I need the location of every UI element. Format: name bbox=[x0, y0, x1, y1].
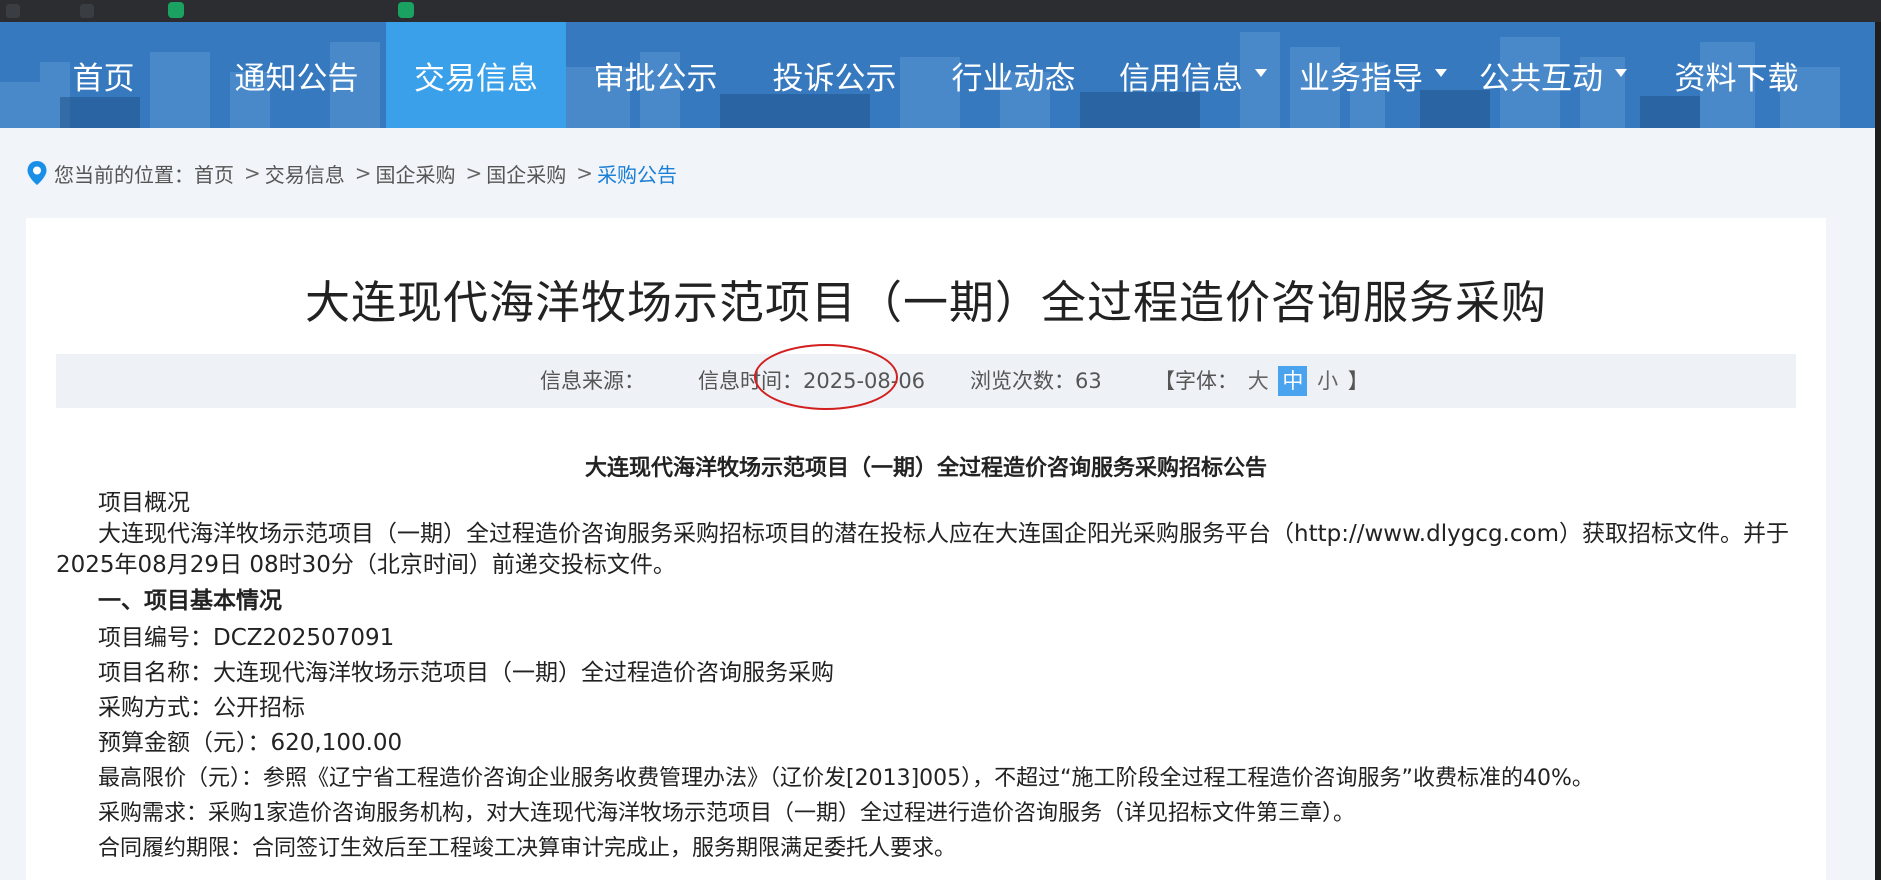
breadcrumb-items: 首页 > 交易信息 > 国企采购 > 国企采购 > 采购公告 bbox=[194, 159, 677, 188]
overview-paragraph: 大连现代海洋牧场示范项目（一期）全过程造价咨询服务采购招标项目的潜在投标人应在大… bbox=[56, 521, 1789, 578]
browser-icon bbox=[80, 4, 94, 18]
project-number: 项目编号：DCZ202507091 bbox=[98, 625, 395, 651]
nav-item[interactable]: 行业动态 bbox=[924, 22, 1103, 128]
bookmark-icon[interactable] bbox=[398, 2, 414, 18]
max-price: 最高限价（元）：参照《辽宁省工程造价咨询企业服务收费管理办法》（辽价发[2013… bbox=[98, 766, 1594, 791]
nav-item-label: 行业动态 bbox=[951, 60, 1076, 97]
nav-item-label: 交易信息 bbox=[414, 60, 538, 97]
document-heading: 大连现代海洋牧场示范项目（一期）全过程造价咨询服务采购招标公告 bbox=[584, 455, 1267, 481]
section-heading: 一、项目基本情况 bbox=[98, 588, 282, 614]
bookmark-icon[interactable] bbox=[168, 2, 184, 18]
font-large-button[interactable]: 大 bbox=[1245, 369, 1272, 393]
nav-item-label: 信用信息 bbox=[1119, 60, 1243, 97]
nav-item[interactable]: 审批公示 bbox=[566, 22, 745, 128]
location-pin-icon bbox=[27, 161, 47, 185]
nav-item[interactable]: 通知公告 bbox=[207, 22, 386, 128]
breadcrumb-link[interactable]: 交易信息 bbox=[265, 159, 345, 188]
article-title: 大连现代海洋牧场示范项目（一期）全过程造价咨询服务采购 bbox=[304, 276, 1547, 329]
nav-item[interactable]: 投诉公示 bbox=[745, 22, 924, 128]
breadcrumb-separator: > bbox=[244, 161, 261, 185]
caret-down-icon bbox=[1435, 69, 1447, 77]
nav-item-label: 投诉公示 bbox=[772, 60, 897, 97]
breadcrumb-link[interactable]: 国企采购 bbox=[486, 159, 566, 188]
contract-period: 合同履约期限：合同签订生效后至工程竣工决算审计完成止，服务期限满足委托人要求。 bbox=[98, 836, 957, 861]
breadcrumb-link[interactable]: 国企采购 bbox=[376, 159, 456, 188]
nav-item-label: 公共互动 bbox=[1479, 60, 1603, 97]
nav-item[interactable]: 首页 bbox=[0, 22, 207, 128]
nav-item[interactable]: 信用信息 bbox=[1103, 22, 1283, 128]
views-value: 63 bbox=[1075, 369, 1102, 393]
article-body: 项目概况 大连现代海洋牧场示范项目（一期）全过程造价咨询服务采购招标项目的潜在投… bbox=[56, 488, 1796, 864]
browser-icon bbox=[6, 4, 20, 18]
font-small-button[interactable]: 小 bbox=[1314, 369, 1341, 393]
breadcrumb-separator: > bbox=[465, 161, 483, 185]
nav-item[interactable]: 交易信息 bbox=[386, 22, 566, 128]
nav-item-label: 资料下载 bbox=[1674, 60, 1799, 97]
nav-item-label: 通知公告 bbox=[234, 60, 359, 97]
breadcrumb-prefix: 您当前的位置： bbox=[54, 162, 194, 187]
views-label: 浏览次数：63 bbox=[970, 369, 1102, 393]
breadcrumb-link[interactable]: 采购公告 bbox=[597, 159, 677, 188]
source-label: 信息来源： bbox=[540, 369, 645, 393]
window-edge bbox=[1875, 22, 1881, 880]
overview-label: 项目概况 bbox=[98, 490, 190, 516]
browser-top-strip bbox=[0, 0, 1881, 22]
breadcrumb-link[interactable]: 首页 bbox=[194, 159, 234, 188]
budget-amount: 预算金额（元）：620,100.00 bbox=[98, 730, 403, 756]
breadcrumb-separator: > bbox=[576, 161, 594, 185]
nav-items: 首页 通知公告 交易信息 审批公示 投诉公示 行业动态 信用信息 业务指导 公共互动 资料下载 bbox=[0, 22, 1875, 128]
nav-item-label: 首页 bbox=[72, 60, 135, 97]
nav-item[interactable]: 公共互动 bbox=[1463, 22, 1643, 128]
app-window: 首页 通知公告 交易信息 审批公示 投诉公示 行业动态 信用信息 业务指导 公共互动 资料下载 您… bbox=[0, 0, 1881, 880]
article-meta-bar: 信息来源： 信息时间：2025-08-06 浏览次数：63 【字体： 大 中 小… bbox=[56, 354, 1796, 408]
font-size-control: 【字体： 大 中 小 】 bbox=[1154, 354, 1369, 408]
caret-down-icon bbox=[1255, 69, 1267, 77]
nav-item-label: 审批公示 bbox=[593, 60, 718, 97]
project-name: 项目名称：大连现代海洋牧场示范项目（一期）全过程造价咨询服务采购 bbox=[98, 660, 834, 686]
breadcrumb-separator: > bbox=[354, 161, 372, 185]
caret-down-icon bbox=[1615, 69, 1627, 77]
main-nav: 首页 通知公告 交易信息 审批公示 投诉公示 行业动态 信用信息 业务指导 公共互动 资料下载 bbox=[0, 22, 1875, 128]
nav-item[interactable]: 业务指导 bbox=[1283, 22, 1463, 128]
nav-item-label: 业务指导 bbox=[1299, 60, 1423, 97]
font-medium-button[interactable]: 中 bbox=[1278, 366, 1308, 396]
procurement-demand: 采购需求：采购1家造价咨询服务机构，对大连现代海洋牧场示范项目（一期）全过程进行… bbox=[98, 801, 1356, 826]
breadcrumb: 您当前的位置： 首页 > 交易信息 > 国企采购 > 国企采购 > 采购公告 bbox=[26, 158, 677, 188]
time-label: 信息时间：2025-08-06 bbox=[698, 369, 926, 393]
article-card: 大连现代海洋牧场示范项目（一期）全过程造价咨询服务采购 信息来源： 信息时间：2… bbox=[26, 218, 1826, 880]
time-value: 2025-08-06 bbox=[803, 369, 926, 393]
nav-item[interactable]: 资料下载 bbox=[1643, 22, 1830, 128]
procurement-method: 采购方式：公开招标 bbox=[98, 695, 305, 721]
